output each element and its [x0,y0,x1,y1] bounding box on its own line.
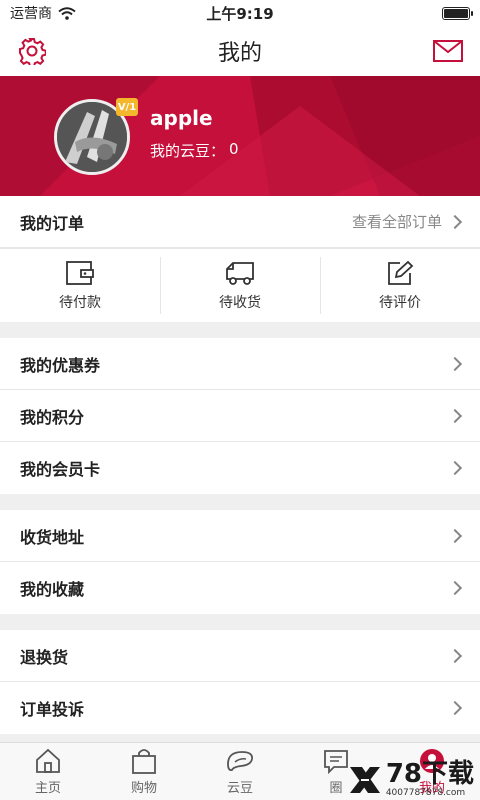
messages-button[interactable] [432,35,464,67]
pending-receipt-button[interactable]: 待收货 [160,249,320,322]
view-all-orders-label: 查看全部订单 [351,213,442,231]
page-title: 我的 [217,41,262,66]
address-label: 收货地址 [20,527,85,547]
settings-button[interactable] [16,35,48,67]
chevron-right-icon [447,580,463,596]
carrier-label: 运营商 [10,6,52,22]
shopping-bag-icon [132,748,156,774]
chevron-right-icon [447,356,463,371]
order-status-tabs: 待付款 待收货 待评价 [0,248,480,322]
view-all-orders-link[interactable]: 查看全部订单 [352,211,464,232]
watermark-phone: 4007787878.com [385,788,466,798]
beans-info: 我的云豆： 0 [150,140,239,161]
pending-payment-button[interactable]: 待付款 [0,249,160,322]
orders-section: 我的订单 查看全部订单 待付款 待收货 待评价 [0,196,480,322]
section-divider [0,322,480,338]
watermark: 78下载 4007787878.com [348,761,474,798]
chevron-right-icon [447,528,463,543]
address-row[interactable]: 收货地址 [0,510,480,562]
points-label: 我的积分 [20,407,85,427]
section-divider [0,614,480,630]
truck-icon [226,261,254,285]
address-section: 收货地址 我的收藏 [0,510,480,614]
edit-icon [388,260,414,285]
my-orders-row[interactable]: 我的订单 查看全部订单 [0,196,480,248]
chevron-right-icon [447,214,463,229]
vip-badge: V/1 [116,98,138,116]
chevron-right-icon [447,648,463,663]
tab-circle-label: 圈 [329,780,343,796]
tab-beans[interactable]: 云豆 [192,743,288,800]
watermark-text: 78下载 4007787878.com [386,761,474,798]
battery-icon [442,6,473,20]
pending-receipt-label: 待收货 [219,294,261,311]
benefits-section: 我的优惠券 我的积分 我的会员卡 [0,338,480,494]
status-left: 运营商 [10,3,76,23]
tab-shopping[interactable]: 购物 [96,743,192,800]
points-row[interactable]: 我的积分 [0,390,480,442]
complaints-label: 订单投诉 [20,700,85,719]
returns-label: 退换货 [20,647,69,667]
coupons-row[interactable]: 我的优惠券 [0,338,480,390]
pending-review-button[interactable]: 待评价 [320,249,480,322]
bean-icon [227,750,253,771]
wallet-icon [66,260,94,285]
chevron-right-icon [447,408,463,423]
home-icon [36,748,60,773]
tab-home-label: 主页 [34,780,61,796]
beans-value: 0 [229,140,239,158]
x-logo-icon [349,766,380,793]
wifi-icon [58,6,76,20]
tab-shopping-label: 购物 [130,780,157,796]
favorites-row[interactable]: 我的收藏 [0,562,480,614]
status-bar: 运营商 上午9:19 [0,0,480,26]
returns-row[interactable]: 退换货 [0,630,480,682]
pending-payment-label: 待付款 [59,294,101,311]
service-section: 退换货 订单投诉 [0,630,480,734]
username: apple [150,106,213,130]
member-card-label: 我的会员卡 [20,460,101,479]
tab-home[interactable]: 主页 [0,743,96,800]
profile-header: V/1 apple 我的云豆： 0 [0,76,480,196]
coupons-label: 我的优惠券 [20,355,101,375]
favorites-label: 我的收藏 [20,580,85,599]
mail-icon [433,40,463,62]
member-card-row[interactable]: 我的会员卡 [0,442,480,494]
complaints-row[interactable]: 订单投诉 [0,682,480,734]
message-icon [324,749,348,774]
battery-level [444,8,468,18]
chevron-right-icon [447,700,463,716]
tab-beans-label: 云豆 [226,780,253,796]
gear-icon [19,38,46,65]
nav-bar: 我的 [0,26,480,76]
beans-label: 我的云豆： [150,142,226,160]
pending-review-label: 待评价 [379,294,421,311]
section-divider [0,494,480,510]
my-orders-label: 我的订单 [20,213,85,233]
chevron-right-icon [447,460,463,476]
watermark-brand: 78下载 [385,759,474,789]
